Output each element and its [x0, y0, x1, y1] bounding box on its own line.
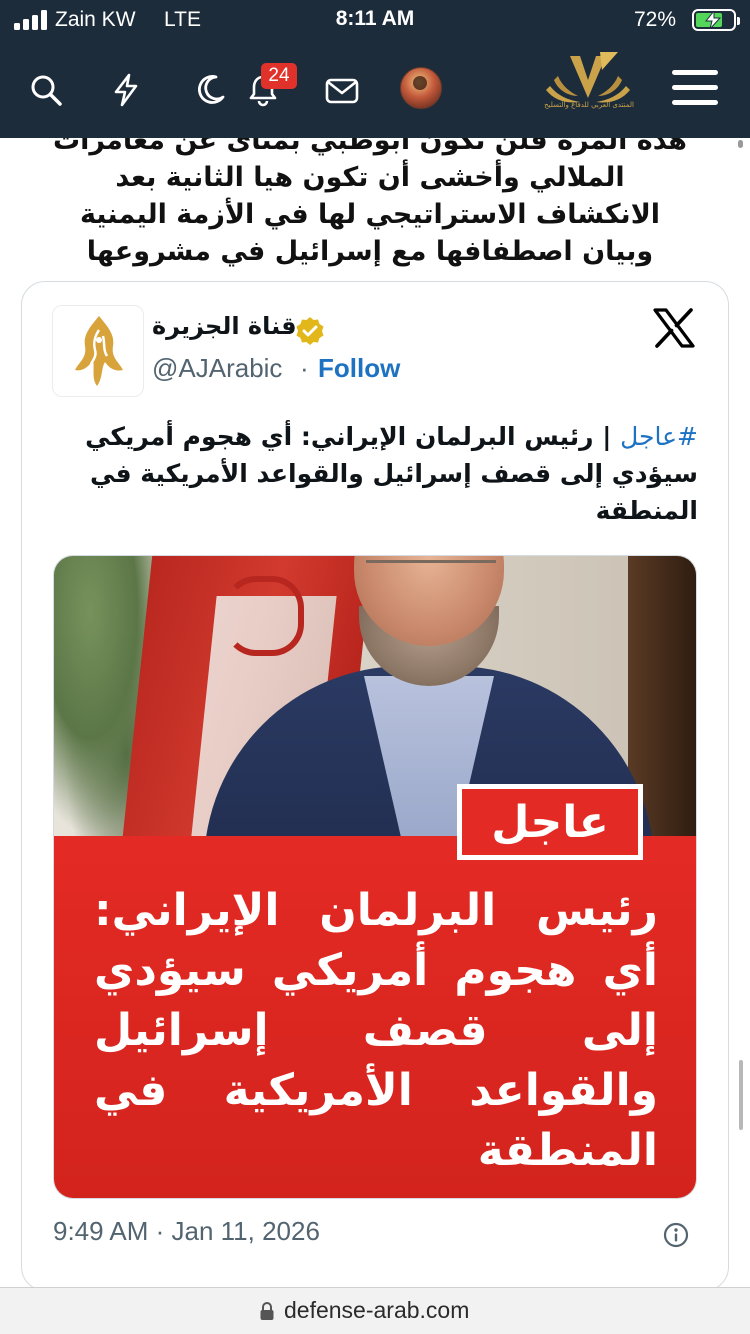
article-body: هذه المرة فلن تكون أبوظبي بمنأى عن مغامر…: [40, 138, 700, 280]
battery-icon: [692, 9, 740, 31]
tweet-author-avatar[interactable]: [52, 305, 144, 397]
charging-bolt-icon: [705, 11, 721, 29]
moon-icon[interactable]: [192, 72, 228, 108]
article-line: الملالي وأخشى أن تكون هيا الثانية بعد: [115, 162, 625, 193]
x-logo-icon[interactable]: [653, 308, 695, 348]
scroll-indicator: [738, 140, 743, 148]
page-scrollbar[interactable]: [739, 1060, 743, 1130]
lightning-icon[interactable]: [108, 72, 144, 108]
tweet-author-handle[interactable]: @AJArabic: [152, 353, 282, 384]
hamburger-menu-button[interactable]: [672, 70, 718, 106]
tweet-text: #عاجل | رئيس البرلمان الإيراني: أي هجوم …: [56, 418, 698, 529]
lock-icon: [260, 1302, 274, 1320]
image-headline: رئيس البرلمان الإيراني: أي هجوم أمريكي س…: [94, 885, 658, 1176]
tweet-body: | رئيس البرلمان الإيراني: أي هجوم أمريكي…: [85, 422, 698, 525]
follow-button[interactable]: Follow: [318, 353, 400, 384]
verified-badge-icon: [296, 317, 324, 345]
search-icon[interactable]: [28, 72, 64, 108]
breaking-badge: عاجل: [457, 784, 643, 860]
url-text[interactable]: defense-arab.com: [284, 1297, 469, 1324]
breaking-badge-label: عاجل: [491, 797, 609, 848]
tweet-hashtag-link[interactable]: #عاجل: [620, 422, 698, 451]
tweet-timestamp[interactable]: 9:49 AM · Jan 11, 2026: [53, 1216, 320, 1247]
browser-url-bar[interactable]: defense-arab.com: [0, 1287, 750, 1334]
tweet-author-name[interactable]: قناة الجزيرة: [152, 312, 297, 340]
info-icon[interactable]: [663, 1222, 689, 1248]
article-line: الانكشاف الاستراتيجي لها في الأزمة اليمن…: [79, 199, 661, 230]
al-jazeera-logo-icon: [75, 316, 123, 386]
logo-caption: المنتدى العربي للدفاع والتسليح: [544, 101, 634, 109]
user-avatar[interactable]: [400, 67, 442, 109]
status-bar: Zain KW LTE 8:11 AM 72%: [0, 0, 750, 40]
article-line: هذه المرة فلن تكون أبوظبي بمنأى عن مغامر…: [52, 138, 688, 156]
article-line: وبيان اصطفافها مع إسرائيل في مشروعها: [86, 236, 654, 267]
site-logo[interactable]: [540, 50, 636, 120]
handle-separator: ·: [300, 353, 309, 383]
notification-count-badge: 24: [261, 63, 297, 89]
tweet-media-image[interactable]: عاجل رئيس البرلمان الإيراني: أي هجوم أمر…: [53, 555, 697, 1199]
browser-viewport: Zain KW LTE 8:11 AM 72% 24 المنتدى العرب…: [0, 0, 750, 1334]
site-header: 24 المنتدى العربي للدفاع والتسليح: [0, 40, 750, 138]
mail-icon[interactable]: [324, 73, 360, 109]
battery-percentage: 72%: [634, 8, 677, 31]
